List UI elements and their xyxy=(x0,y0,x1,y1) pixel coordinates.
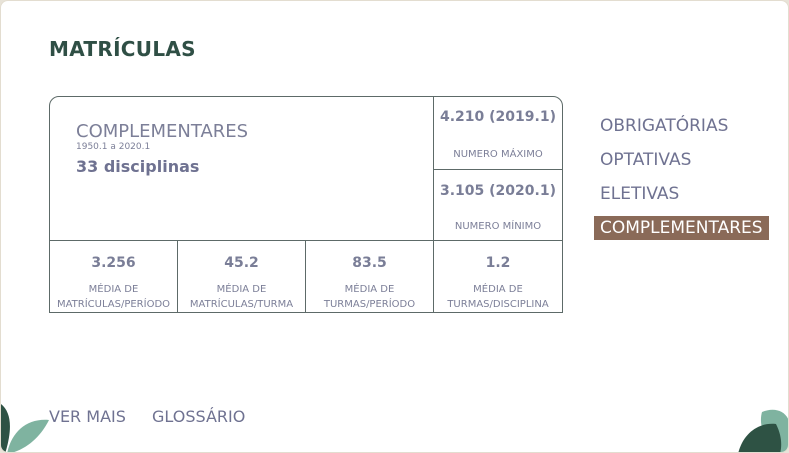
leaf-decoration-right xyxy=(738,409,788,452)
leaf-dark-icon xyxy=(1,404,10,452)
matriculas-card: MATRÍCULAS COMPLEMENTARES 1950.1 a 2020.… xyxy=(0,0,789,453)
avg-classes-discipline-cell: 1.2 MÉDIA DE TURMAS/DISCIPLINA xyxy=(434,241,562,312)
max-label: NUMERO MÁXIMO xyxy=(453,149,543,160)
category-name: COMPLEMENTARES xyxy=(76,121,249,142)
stat-value: 83.5 xyxy=(352,255,387,271)
leaf-dark-icon xyxy=(738,423,782,452)
stat-label-line2: TURMAS/DISCIPLINA xyxy=(447,299,549,310)
summary-cell: COMPLEMENTARES 1950.1 a 2020.1 33 discip… xyxy=(50,97,434,241)
category-nav: OBRIGATÓRIAS OPTATIVAS ELETIVAS COMPLEME… xyxy=(594,114,769,250)
leaf-decoration-left xyxy=(1,404,49,452)
stat-label: MÉDIA DE MATRÍCULAS/PERÍODO xyxy=(50,282,177,312)
nav-item-obrigatorias[interactable]: OBRIGATÓRIAS xyxy=(594,114,769,138)
min-label: NUMERO MÍNIMO xyxy=(454,221,542,232)
min-stat-cell: 3.105 (2020.1) NUMERO MÍNIMO xyxy=(434,170,562,241)
stat-label-line1: MÉDIA DE xyxy=(88,284,139,295)
stat-value: 3.256 xyxy=(91,255,136,271)
max-value: 4.210 (2019.1) xyxy=(440,109,556,125)
stat-label-line2: TURMAS/PERÍODO xyxy=(323,299,416,310)
stat-label-line2: MATRÍCULAS/TURMA xyxy=(189,299,294,310)
avg-classes-period-cell: 83.5 MÉDIA DE TURMAS/PERÍODO xyxy=(306,241,434,312)
nav-item-complementares[interactable]: COMPLEMENTARES xyxy=(594,216,769,240)
section-title: MATRÍCULAS xyxy=(49,37,196,61)
stat-label-line1: MÉDIA DE xyxy=(344,284,395,295)
stats-table: COMPLEMENTARES 1950.1 a 2020.1 33 discip… xyxy=(49,96,563,313)
max-stat-cell: 4.210 (2019.1) NUMERO MÁXIMO xyxy=(434,97,562,170)
stat-label: MÉDIA DE TURMAS/DISCIPLINA xyxy=(434,282,562,312)
stat-label-line2: MATRÍCULAS/PERÍODO xyxy=(56,299,171,310)
avg-enrollments-class-cell: 45.2 MÉDIA DE MATRÍCULAS/TURMA xyxy=(178,241,306,312)
stat-label: MÉDIA DE TURMAS/PERÍODO xyxy=(306,282,433,312)
see-more-link[interactable]: VER MAIS xyxy=(49,407,126,426)
nav-item-eletivas[interactable]: ELETIVAS xyxy=(594,182,769,206)
stat-value: 45.2 xyxy=(224,255,259,271)
min-value: 3.105 (2020.1) xyxy=(440,183,556,199)
stat-value: 1.2 xyxy=(485,255,511,271)
nav-item-optativas[interactable]: OPTATIVAS xyxy=(594,148,769,172)
leaf-light-icon xyxy=(7,419,49,452)
discipline-count: 33 disciplinas xyxy=(76,157,200,176)
stat-label: MÉDIA DE MATRÍCULAS/TURMA xyxy=(178,282,305,312)
stat-label-line1: MÉDIA DE xyxy=(473,284,523,295)
avg-enrollments-period-cell: 3.256 MÉDIA DE MATRÍCULAS/PERÍODO xyxy=(50,241,178,312)
period-range: 1950.1 a 2020.1 xyxy=(76,142,151,152)
glossary-link[interactable]: GLOSSÁRIO xyxy=(152,407,245,426)
stat-label-line1: MÉDIA DE xyxy=(216,284,267,295)
